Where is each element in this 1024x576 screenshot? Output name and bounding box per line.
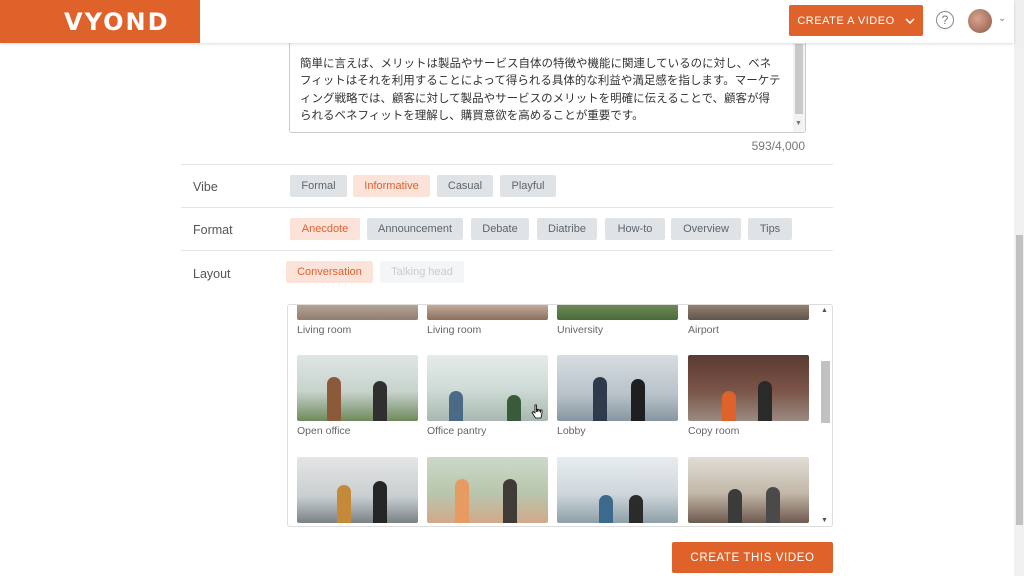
background-thumbnail [427, 457, 548, 523]
divider [181, 250, 833, 251]
format-diatribe-chip[interactable]: Diatribe [537, 218, 597, 240]
background-gallery[interactable]: Living room Living room University Airpo… [287, 304, 833, 527]
script-paragraph: 簡単に言えば、メリットは製品やサービス自体の特徴や機能に関連しているのに対し、ベ… [300, 57, 781, 123]
gallery-scroll-up-icon[interactable]: ▲ [821, 307, 828, 314]
layout-label: Layout [193, 267, 231, 281]
background-tile[interactable] [557, 457, 678, 523]
vyond-logo[interactable]: VYOND [0, 0, 200, 43]
background-tile[interactable]: Open office [297, 355, 418, 437]
background-thumbnail [427, 305, 548, 320]
character-figure [593, 377, 607, 421]
create-a-video-button[interactable]: CREATE A VIDEO [789, 5, 923, 36]
divider [181, 207, 833, 208]
background-tile[interactable]: Living room [297, 305, 418, 336]
textarea-scroll-down-icon[interactable]: ▼ [795, 115, 802, 133]
background-caption: Living room [427, 324, 482, 336]
character-figure [629, 495, 643, 523]
background-tile[interactable] [688, 457, 809, 523]
help-icon-glyph: ? [941, 13, 949, 27]
background-thumbnail [557, 457, 678, 523]
page-scrollbar[interactable] [1014, 0, 1024, 576]
format-label: Format [193, 223, 233, 237]
format-tips-chip[interactable]: Tips [748, 218, 792, 240]
character-figure [758, 381, 772, 421]
background-thumbnail [427, 355, 548, 421]
background-thumbnail [297, 457, 418, 523]
vibe-playful-chip[interactable]: Playful [500, 175, 556, 197]
character-figure [327, 377, 341, 421]
background-tile[interactable]: Copy room [688, 355, 809, 437]
character-figure [373, 381, 387, 421]
textarea-scrollbar[interactable]: ▼ [793, 31, 805, 133]
help-icon[interactable]: ? [936, 11, 954, 29]
avatar-menu-chevron-icon[interactable]: ⌄ [998, 13, 1006, 24]
logo-text: VYOND [64, 7, 170, 36]
background-caption: Open office [297, 425, 351, 437]
gallery-scrollbar[interactable]: ▲ ▼ [818, 305, 832, 526]
background-caption: University [557, 324, 604, 336]
character-figure [728, 489, 742, 523]
script-textarea[interactable]: する利点や満足感を示します。 簡単に言えば、メリットは製品やサービス自体の特徴や… [289, 30, 806, 133]
layout-talking-head-chip: Talking head [380, 261, 464, 283]
background-thumbnail [688, 457, 809, 523]
background-tile[interactable]: Lobby [557, 355, 678, 437]
vibe-casual-chip[interactable]: Casual [437, 175, 493, 197]
hand-cursor-icon [531, 404, 543, 419]
gallery-scrollbar-thumb[interactable] [821, 361, 830, 423]
avatar[interactable] [968, 9, 992, 33]
character-figure [373, 481, 387, 523]
create-this-video-button[interactable]: CREATE THIS VIDEO [672, 542, 833, 573]
format-how-to-chip[interactable]: How-to [605, 218, 665, 240]
background-tile[interactable]: University [557, 305, 678, 336]
character-figure [599, 495, 613, 523]
page-scrollbar-thumb[interactable] [1016, 235, 1023, 525]
character-figure [337, 485, 351, 523]
character-figure [455, 479, 469, 523]
background-thumbnail [297, 305, 418, 320]
gallery-scroll-down-icon[interactable]: ▼ [821, 517, 828, 524]
background-tile[interactable]: Airport [688, 305, 809, 336]
format-announcement-chip[interactable]: Announcement [367, 218, 463, 240]
character-figure [503, 479, 517, 523]
background-thumbnail [688, 355, 809, 421]
background-thumbnail [557, 355, 678, 421]
format-overview-chip[interactable]: Overview [671, 218, 741, 240]
background-tile[interactable]: Office pantry [427, 355, 548, 437]
background-caption: Office pantry [427, 425, 487, 437]
background-caption: Living room [297, 324, 352, 336]
create-a-video-label: CREATE A VIDEO [797, 14, 895, 27]
format-debate-chip[interactable]: Debate [471, 218, 529, 240]
background-caption: Copy room [688, 425, 740, 437]
background-thumbnail [688, 305, 809, 320]
layout-conversation-chip[interactable]: Conversation [286, 261, 373, 283]
character-count: 593/4,000 [751, 139, 805, 153]
background-caption: Airport [688, 324, 719, 336]
background-caption: Lobby [557, 425, 586, 437]
background-thumbnail [557, 305, 678, 320]
vibe-formal-chip[interactable]: Formal [290, 175, 347, 197]
top-bar: VYOND CREATE A VIDEO ? ⌄ [0, 0, 1014, 43]
chevron-down-icon [905, 17, 915, 24]
background-thumbnail [297, 355, 418, 421]
vibe-label: Vibe [193, 180, 218, 194]
format-anecdote-chip[interactable]: Anecdote [290, 218, 360, 240]
background-tile[interactable]: Living room [427, 305, 548, 336]
character-figure [507, 395, 521, 421]
textarea-scrollbar-thumb[interactable] [795, 44, 803, 114]
background-tile[interactable] [297, 457, 418, 523]
divider [181, 164, 833, 165]
character-figure [766, 487, 780, 523]
background-tile[interactable] [427, 457, 548, 523]
vibe-informative-chip[interactable]: Informative [353, 175, 430, 197]
character-figure [449, 391, 463, 421]
character-figure [631, 379, 645, 421]
character-figure [722, 391, 736, 421]
